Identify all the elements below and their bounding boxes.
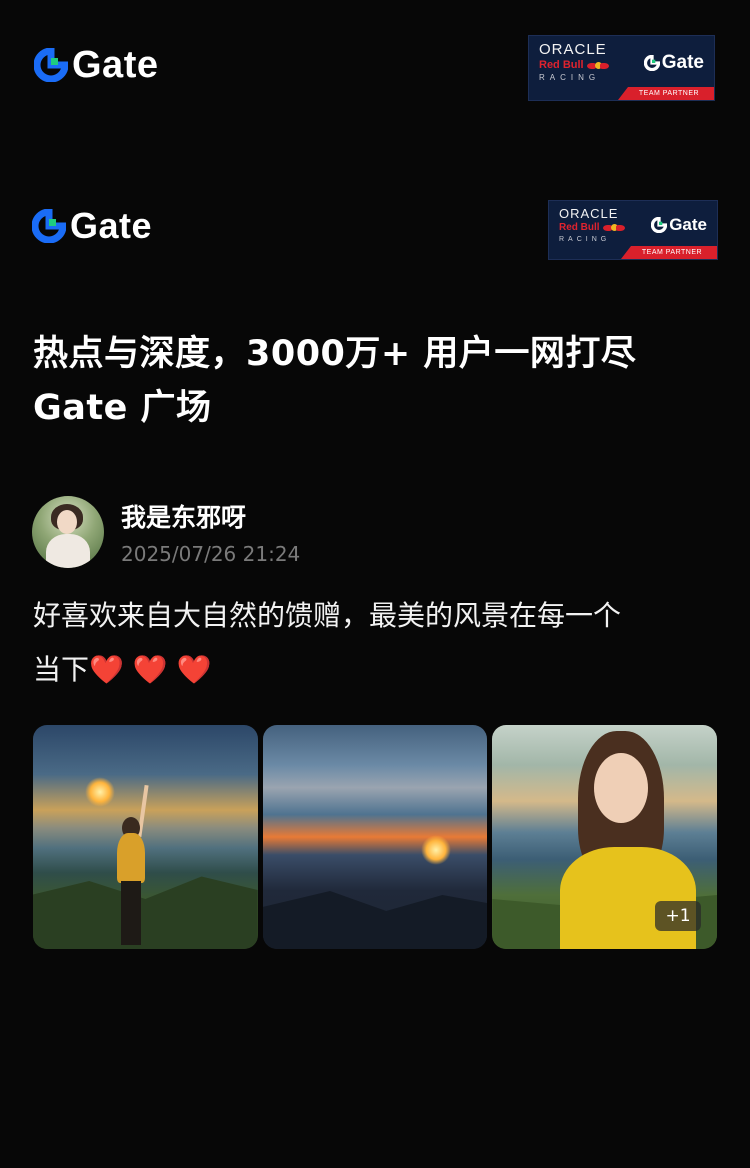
oracle-text: ORACLE	[539, 41, 607, 58]
gate-logo[interactable]: Gate	[34, 46, 158, 84]
second-brand-row: Gate ORACLE Red Bull RACING Gate TEAM PA…	[0, 198, 750, 262]
redbull-icon	[602, 223, 625, 233]
redbull-text: Red Bull	[539, 59, 584, 71]
post-photo-2[interactable]	[262, 725, 488, 949]
gate-small-icon	[651, 217, 668, 233]
badge-gate-text: Gate	[661, 52, 704, 73]
page-headline: 热点与深度，3000万+ 用户一网打尽 Gate 广场	[33, 327, 723, 435]
redbull-partner-badge: ORACLE Red Bull RACING Gate TEAM PARTNER	[528, 35, 715, 101]
team-partner-strip: TEAM PARTNER	[621, 246, 717, 259]
heart-icons: ❤️ ❤️ ❤️	[89, 653, 212, 686]
post-text-line-2: 当下	[33, 653, 90, 686]
post-author: 我是东邪呀 2025/07/26 21:24	[32, 496, 722, 570]
oracle-text: ORACLE	[559, 206, 619, 221]
top-brand-row: Gate ORACLE Red Bull RACING Gate TEAM PA…	[0, 34, 750, 102]
gate-logo-text: Gate	[72, 44, 159, 86]
racing-text: RACING	[559, 236, 611, 243]
headline-line-2: Gate 广场	[33, 388, 212, 428]
post-timestamp: 2025/07/26 21:24	[121, 542, 301, 566]
gate-logo[interactable]: Gate	[32, 208, 152, 244]
racing-text: RACING	[539, 73, 601, 82]
badge-gate-text: Gate	[669, 215, 707, 234]
avatar[interactable]	[32, 496, 104, 568]
more-photos-badge[interactable]: +1	[655, 901, 702, 931]
redbull-text: Red Bull	[559, 222, 600, 233]
post-photo-grid: +1	[33, 725, 718, 949]
post-photo-3[interactable]: +1	[492, 725, 718, 949]
post-text-line-1: 好喜欢来自大自然的馈赠，最美的风景在每一个	[33, 599, 622, 632]
headline-line-1: 热点与深度，3000万+ 用户一网打尽	[33, 334, 637, 374]
gate-logo-icon	[32, 209, 66, 243]
gate-logo-icon	[34, 48, 68, 82]
gate-logo-text: Gate	[70, 205, 153, 246]
username[interactable]: 我是东邪呀	[121, 498, 246, 534]
post-photo-1[interactable]	[33, 725, 258, 949]
redbull-partner-badge: ORACLE Red Bull RACING Gate TEAM PARTNER	[548, 200, 718, 260]
redbull-icon	[586, 61, 609, 71]
team-partner-strip: TEAM PARTNER	[618, 87, 714, 100]
gate-small-icon	[643, 55, 660, 71]
post-content: 好喜欢来自大自然的馈赠，最美的风景在每一个 当下❤️ ❤️ ❤️	[33, 589, 723, 697]
